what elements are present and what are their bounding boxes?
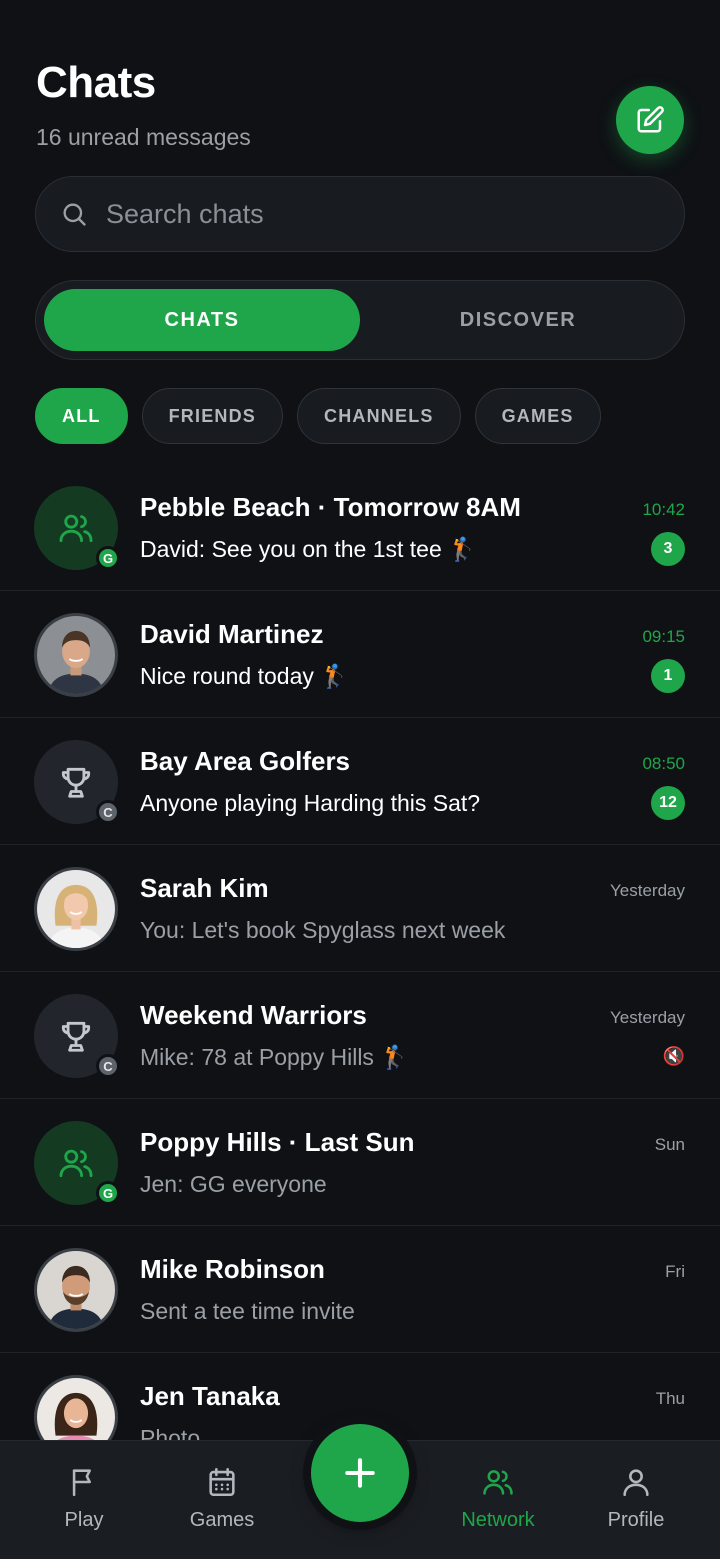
chat-row[interactable]: David Martinez Nice round today 🏌 09:15 … [0, 591, 720, 718]
page-title: Chats [36, 58, 156, 107]
filter-all[interactable]: ALL [35, 388, 128, 444]
avatar [34, 613, 118, 697]
chat-preview: Sent a tee time invite [140, 1298, 355, 1324]
chat-row[interactable]: Sarah Kim You: Let's book Spyglass next … [0, 845, 720, 972]
search-input[interactable] [106, 198, 666, 230]
chat-time: Yesterday [610, 1008, 685, 1027]
nav-profile[interactable]: Profile [576, 1465, 696, 1532]
tab-discover[interactable]: DISCOVER [360, 289, 676, 351]
chat-row[interactable]: C Bay Area Golfers Anyone playing Hardin… [0, 718, 720, 845]
compose-button[interactable] [616, 86, 684, 154]
trophy-icon [61, 767, 91, 798]
chat-name: David Martinez [140, 619, 324, 649]
unread-count: 16 unread messages [36, 124, 251, 150]
chat-name: Mike Robinson [140, 1254, 325, 1284]
chat-name: Jen Tanaka [140, 1381, 280, 1411]
chat-name: Weekend Warriors [140, 1000, 367, 1030]
person-photo [37, 616, 115, 694]
chat-preview: Anyone playing Harding this Sat? [140, 790, 481, 816]
chat-time: Thu [655, 1389, 685, 1408]
chat-time: Sun [654, 1135, 685, 1154]
nav-play-label: Play [64, 1509, 104, 1531]
person-photo [37, 870, 115, 948]
users-icon [59, 1149, 93, 1178]
group-badge: G [96, 1181, 120, 1205]
chat-row[interactable]: G Pebble Beach · Tomorrow 8AM David: See… [0, 464, 720, 591]
trophy-icon [61, 1021, 91, 1052]
channel-badge: C [96, 800, 120, 824]
nav-play[interactable]: Play [24, 1465, 144, 1532]
nav-profile-label: Profile [607, 1509, 665, 1531]
nav-network[interactable]: Network [438, 1465, 558, 1532]
nav-games-label: Games [189, 1509, 255, 1531]
users-icon [483, 1470, 513, 1495]
edit-icon [637, 106, 664, 133]
chat-row[interactable]: C Weekend Warriors Mike: 78 at Poppy Hil… [0, 972, 720, 1099]
chat-preview: Nice round today 🏌 [140, 663, 349, 689]
search-icon [60, 200, 88, 228]
avatar [34, 1248, 118, 1332]
segmented-control: CHATS DISCOVER [35, 280, 685, 360]
plus-icon [345, 1458, 375, 1488]
user-icon [623, 1469, 649, 1497]
chat-time: 10:42 [642, 500, 685, 519]
person-photo [37, 1251, 115, 1329]
tab-chats[interactable]: CHATS [44, 289, 360, 351]
users-icon [59, 514, 93, 543]
chat-preview: David: See you on the 1st tee 🏌 [140, 536, 477, 562]
calendar-icon [209, 1467, 235, 1497]
chat-name: Bay Area Golfers [140, 746, 351, 776]
chat-preview: Mike: 78 at Poppy Hills 🏌 [140, 1044, 409, 1070]
chat-name: Poppy Hills · Last Sun [140, 1127, 415, 1157]
chat-list: G Pebble Beach · Tomorrow 8AM David: See… [0, 464, 720, 1480]
add-button[interactable] [311, 1424, 409, 1522]
search-bar[interactable] [35, 176, 685, 252]
nav-games[interactable]: Games [162, 1465, 282, 1532]
chat-name: Sarah Kim [140, 873, 269, 903]
filter-chips: ALL FRIENDS CHANNELS GAMES [35, 388, 601, 444]
filter-friends[interactable]: FRIENDS [141, 388, 283, 444]
chat-time: 09:15 [642, 627, 685, 646]
flag-icon [72, 1469, 91, 1497]
chat-time: 08:50 [642, 754, 685, 773]
group-badge: G [96, 546, 120, 570]
chat-name: Pebble Beach · Tomorrow 8AM [140, 492, 521, 522]
chat-preview: Jen: GG everyone [140, 1171, 327, 1197]
chat-preview: You: Let's book Spyglass next week [140, 917, 506, 943]
chat-row[interactable]: G Poppy Hills · Last Sun Jen: GG everyon… [0, 1099, 720, 1226]
chats-screen: Chats 16 unread messages CHATS DISCOVER … [0, 0, 720, 1559]
chat-time: Fri [665, 1262, 685, 1281]
chat-time: Yesterday [610, 881, 685, 900]
channel-badge: C [96, 1054, 120, 1078]
unread-badge: 3 [651, 532, 685, 566]
nav-network-label: Network [461, 1509, 535, 1531]
muted-icon: 🔇 [662, 1046, 685, 1066]
filter-channels[interactable]: CHANNELS [297, 388, 461, 444]
avatar [34, 867, 118, 951]
filter-games[interactable]: GAMES [474, 388, 601, 444]
unread-badge: 12 [651, 786, 685, 820]
unread-badge: 1 [651, 659, 685, 693]
chat-row[interactable]: Mike Robinson Sent a tee time invite Fri [0, 1226, 720, 1353]
